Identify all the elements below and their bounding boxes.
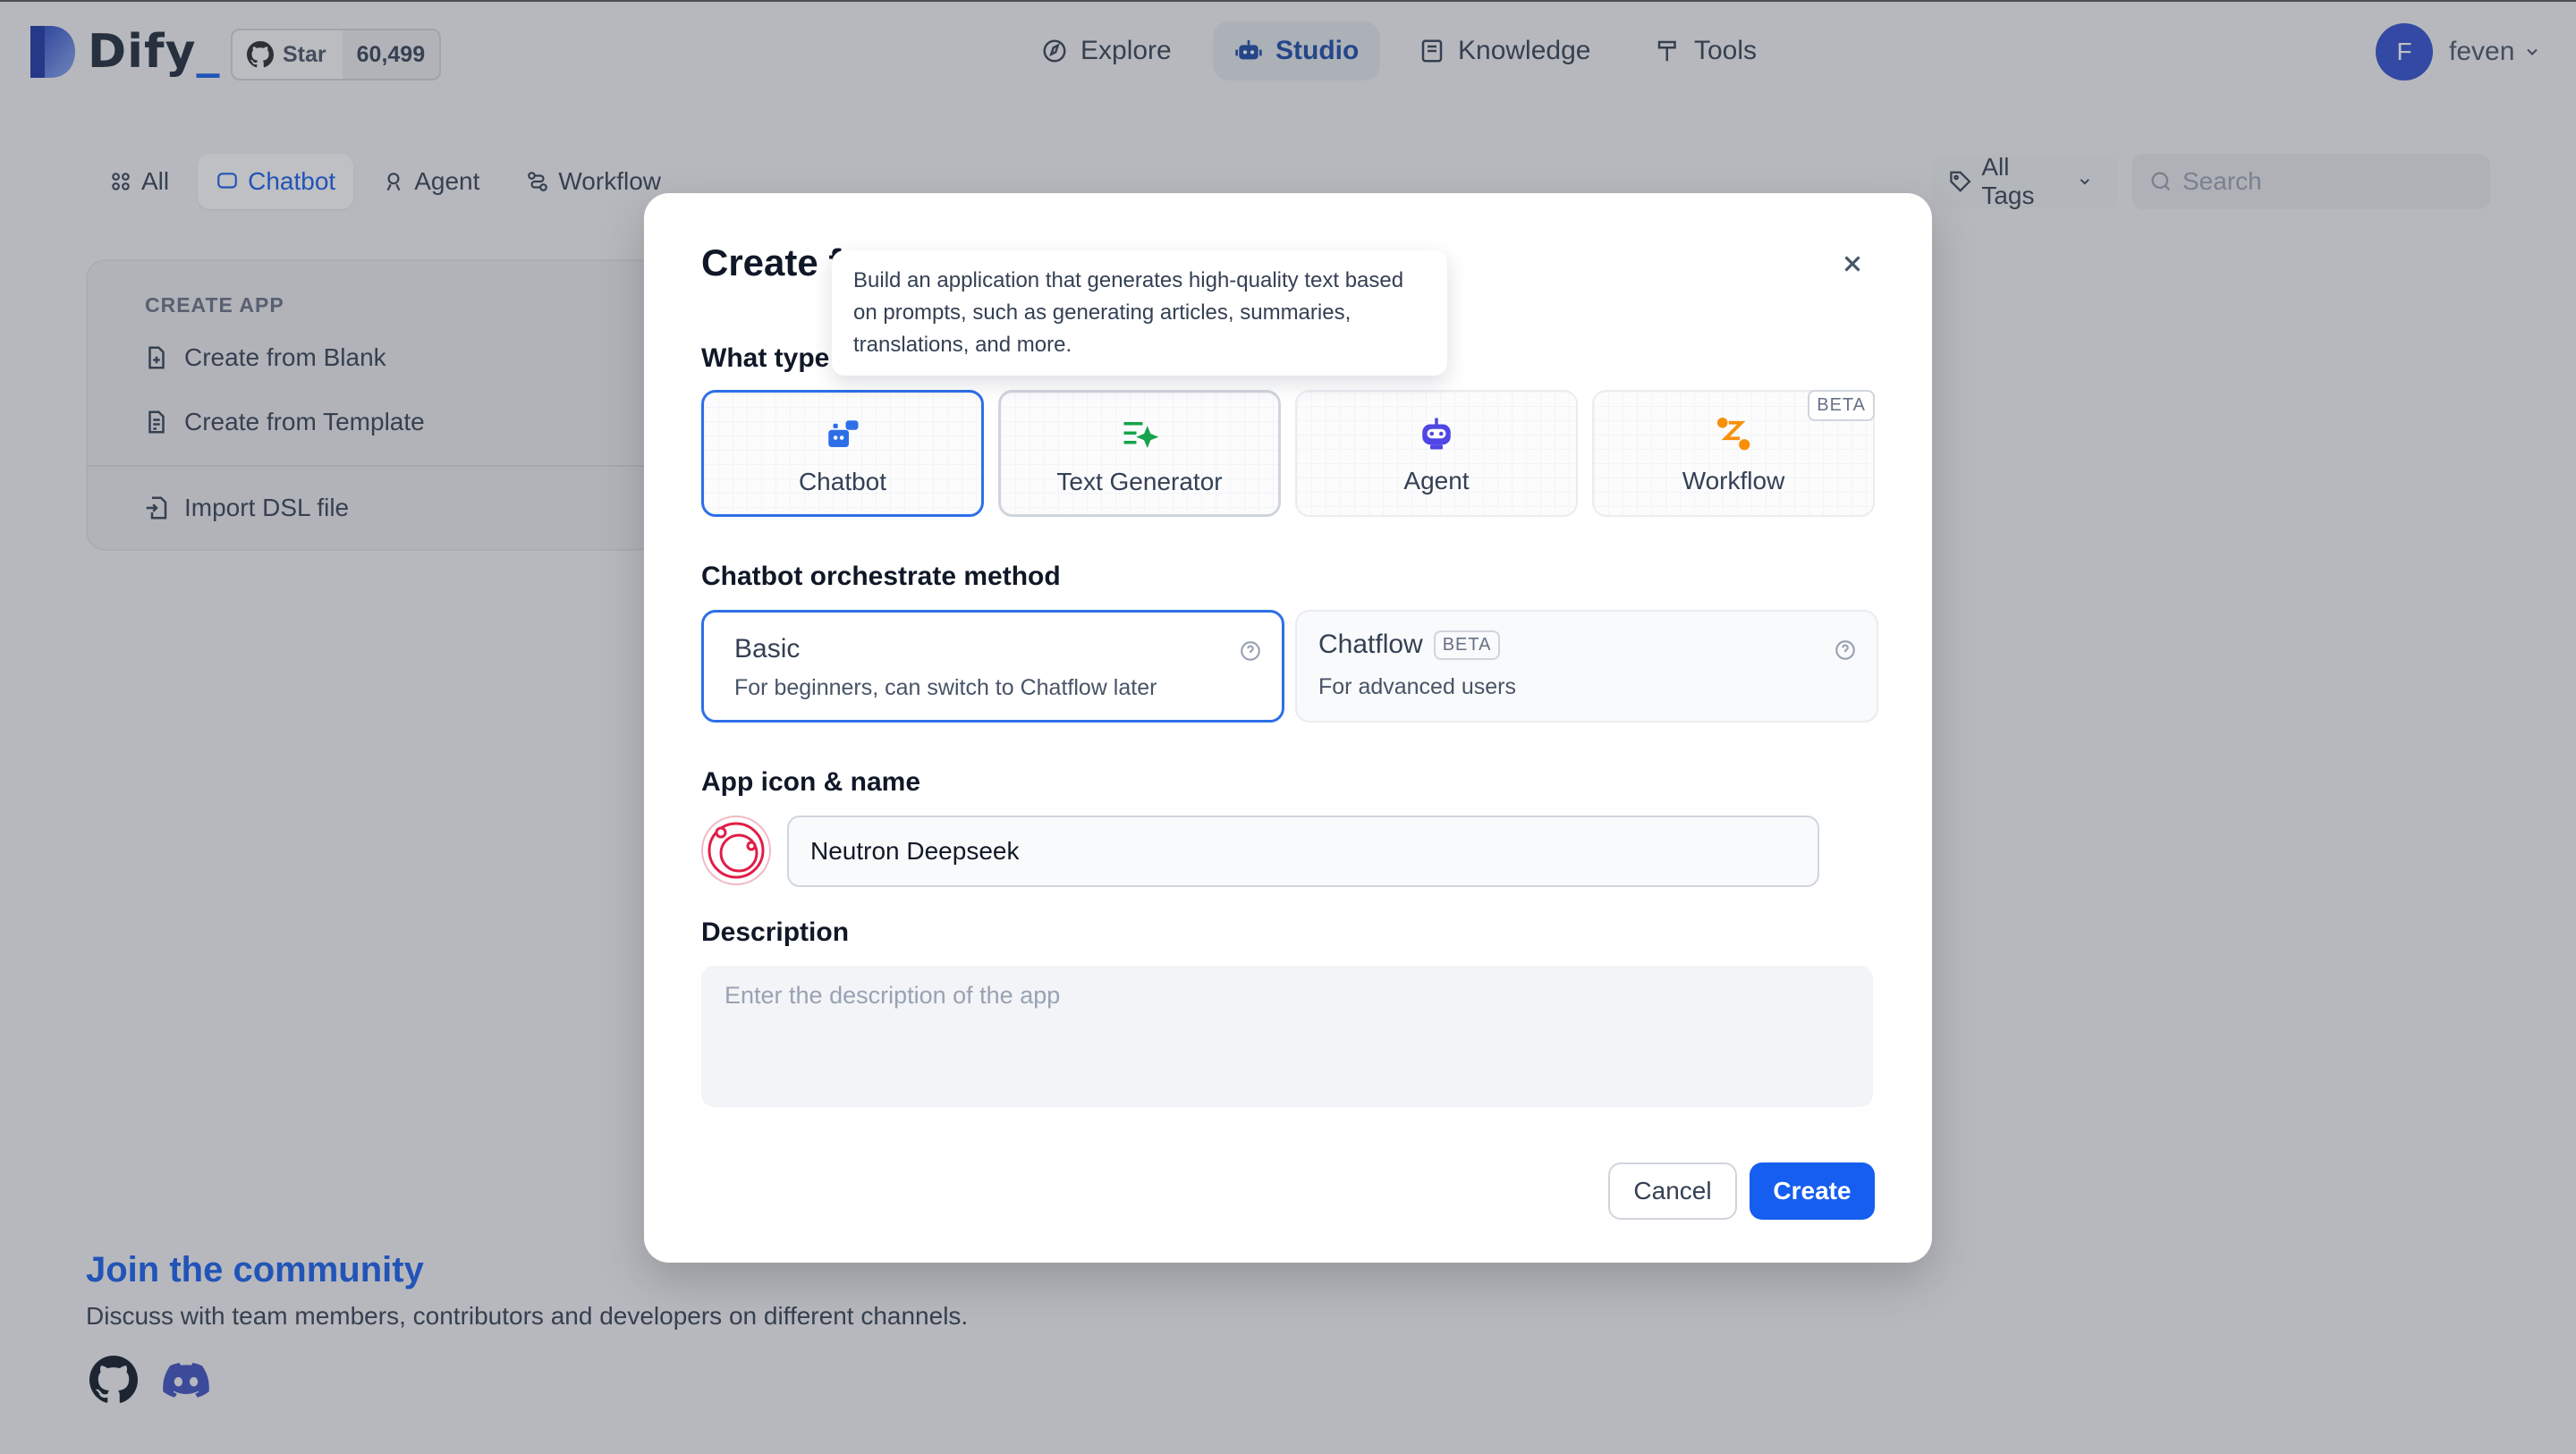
text-generator-icon xyxy=(1123,422,1158,449)
description-label: Description xyxy=(701,917,850,947)
method-chatflow-title: Chatflow xyxy=(1318,630,1423,659)
chatbot-icon xyxy=(828,420,859,447)
beta-badge: BETA xyxy=(1808,390,1875,421)
type-workflow-label: Workflow xyxy=(1682,467,1785,495)
type-text-generator-label: Text Generator xyxy=(1056,468,1223,495)
close-icon[interactable] xyxy=(1839,250,1866,277)
type-chatbot-card[interactable]: Chatbot xyxy=(701,390,984,517)
orchestrate-method-label: Chatbot orchestrate method xyxy=(701,562,1061,591)
modal-title: Create f xyxy=(701,241,842,283)
app-name-input[interactable] xyxy=(787,816,1819,887)
help-icon[interactable] xyxy=(1834,638,1857,662)
description-textarea[interactable] xyxy=(701,966,1873,1107)
method-basic-title: Basic xyxy=(734,634,801,664)
type-text-generator-card[interactable]: Text Generator xyxy=(998,390,1281,517)
app-type-label: What type xyxy=(701,343,830,373)
agent-robot-icon xyxy=(1422,418,1451,450)
cancel-button[interactable]: Cancel xyxy=(1608,1162,1737,1220)
type-agent-label: Agent xyxy=(1403,467,1470,495)
create-button[interactable]: Create xyxy=(1750,1162,1875,1220)
method-basic-desc: For beginners, can switch to Chatflow la… xyxy=(734,675,1157,700)
ring-icon xyxy=(708,822,765,879)
type-chatbot-label: Chatbot xyxy=(798,468,887,495)
workflow-icon xyxy=(1716,417,1750,451)
method-chatflow-desc: For advanced users xyxy=(1318,674,1516,699)
help-icon[interactable] xyxy=(1239,639,1262,663)
app-icon-picker[interactable] xyxy=(701,816,771,885)
type-agent-card[interactable]: Agent xyxy=(1295,390,1578,517)
method-chatflow-card[interactable]: Chatflow BETA For advanced users xyxy=(1295,610,1878,723)
app-icon-name-label: App icon & name xyxy=(701,767,921,797)
type-workflow-card[interactable]: BETA Workflow xyxy=(1592,390,1875,517)
method-basic-card[interactable]: Basic For beginners, can switch to Chatf… xyxy=(701,610,1284,723)
beta-badge: BETA xyxy=(1433,630,1501,660)
text-generator-tooltip: Build an application that generates high… xyxy=(832,250,1447,376)
